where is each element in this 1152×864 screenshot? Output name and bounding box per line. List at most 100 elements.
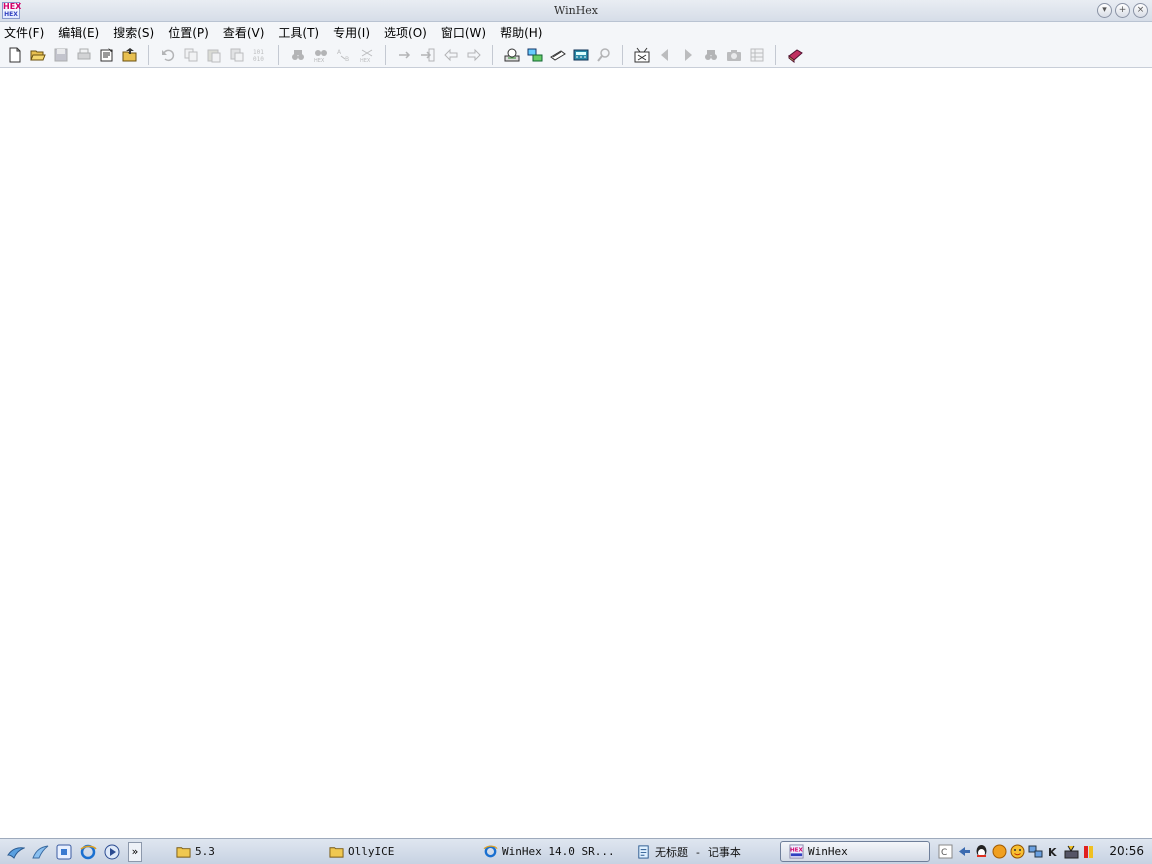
winhex-app-icon[interactable]: HEX HEX <box>2 2 22 19</box>
window-title: WinHex <box>553 4 599 17</box>
window-controls: ▾ + × <box>1097 3 1148 18</box>
save-icon[interactable] <box>49 44 72 66</box>
find-text-icon[interactable] <box>286 44 309 66</box>
calculator-icon[interactable] <box>569 44 592 66</box>
folder-icon <box>176 847 191 858</box>
close-icon[interactable]: × <box>1133 3 1148 18</box>
ime-icon[interactable]: C <box>937 843 954 860</box>
find-hex-icon[interactable]: HEX <box>309 44 332 66</box>
task-ie-winhex[interactable]: WinHex 14.0 SR... <box>483 841 633 862</box>
task-folder-5-3[interactable]: 5.3 <box>176 841 326 862</box>
svg-text:101: 101 <box>253 49 264 56</box>
toolbar-separator <box>148 44 149 65</box>
task-label: WinHex 14.0 SR... <box>502 845 615 858</box>
k-icon[interactable]: K <box>1045 843 1062 860</box>
fill-block-icon[interactable]: 101 010 <box>248 44 271 66</box>
camera-icon[interactable] <box>722 44 745 66</box>
toolbar: 101 010 HEX AB HEX <box>0 42 1152 68</box>
open-ram-icon[interactable] <box>523 44 546 66</box>
svg-text:HEX: HEX <box>314 58 325 63</box>
quick-launch-more[interactable]: » <box>128 841 142 862</box>
menu-window[interactable]: 窗口(W) <box>441 24 486 41</box>
help-book-icon[interactable] <box>783 44 806 66</box>
app-icon-text: HEX <box>3 2 22 11</box>
desktop-icon[interactable] <box>52 841 76 863</box>
toolbar-separator <box>278 44 279 65</box>
svg-text:HEX: HEX <box>360 58 371 63</box>
minimize-icon[interactable]: ▾ <box>1097 3 1112 18</box>
next-icon[interactable] <box>676 44 699 66</box>
winhex-icon: HEX <box>789 844 804 859</box>
menu-help[interactable]: 帮助(H) <box>500 24 542 41</box>
replace-hex-icon[interactable]: HEX <box>355 44 378 66</box>
maximize-icon[interactable]: + <box>1115 3 1130 18</box>
open-disk-icon[interactable] <box>118 44 141 66</box>
quick-launch: » <box>0 839 142 864</box>
undo-icon[interactable] <box>156 44 179 66</box>
menu-file[interactable]: 文件(F) <box>4 24 44 41</box>
menu-view[interactable]: 查看(V) <box>223 24 265 41</box>
search-all-icon[interactable] <box>699 44 722 66</box>
prev-icon[interactable] <box>653 44 676 66</box>
print-icon[interactable] <box>72 44 95 66</box>
menu-bar: 文件(F) 编辑(E) 搜索(S) 位置(P) 查看(V) 工具(T) 专用(I… <box>0 22 1152 42</box>
task-label: 5.3 <box>195 845 215 858</box>
toolbar-separator <box>492 44 493 65</box>
menu-tools[interactable]: 工具(T) <box>278 24 319 41</box>
ie-icon <box>483 845 498 858</box>
toolbar-separator <box>775 44 776 65</box>
svg-text:C: C <box>941 848 947 858</box>
app-icon-subtext: HEX <box>4 11 18 18</box>
menu-specialist[interactable]: 专用(I) <box>333 24 370 41</box>
table-icon[interactable] <box>745 44 768 66</box>
media-player-icon[interactable] <box>100 841 124 863</box>
edit-disk-icon[interactable] <box>500 44 523 66</box>
task-winhex-active[interactable]: HEX WinHex <box>780 841 930 862</box>
properties-icon[interactable] <box>95 44 118 66</box>
forward-icon[interactable] <box>462 44 485 66</box>
goto-sector-icon[interactable] <box>416 44 439 66</box>
task-label: 无标题 - 记事本 <box>655 845 741 859</box>
notepad-icon <box>638 845 649 859</box>
ie-icon[interactable] <box>76 841 100 863</box>
menu-edit[interactable]: 编辑(E) <box>58 24 99 41</box>
open-folder-icon[interactable] <box>26 44 49 66</box>
task-notepad[interactable]: 无标题 - 记事本 <box>636 841 776 862</box>
orange-icon[interactable] <box>991 843 1008 860</box>
folder-icon <box>329 847 344 858</box>
svg-text:A: A <box>337 49 342 56</box>
face-icon[interactable] <box>1009 843 1026 860</box>
svg-text:HEX: HEX <box>790 848 804 854</box>
snapshot-clear-icon[interactable] <box>630 44 653 66</box>
clock: 20:56 <box>1109 844 1144 858</box>
network-icon[interactable] <box>1027 843 1044 860</box>
task-label: WinHex <box>808 845 848 858</box>
back-icon[interactable] <box>439 44 462 66</box>
copy-icon[interactable] <box>179 44 202 66</box>
wing-icon[interactable] <box>4 841 28 863</box>
menu-position[interactable]: 位置(P) <box>168 24 209 41</box>
task-label: OllyICE <box>348 845 395 858</box>
hash-icon[interactable] <box>592 44 615 66</box>
shield-icon[interactable] <box>1063 843 1080 860</box>
paste-icon[interactable] <box>202 44 225 66</box>
flag-icon[interactable] <box>1081 843 1098 860</box>
svg-text:B: B <box>345 56 349 63</box>
menu-search[interactable]: 搜索(S) <box>113 24 154 41</box>
menu-options[interactable]: 选项(O) <box>384 24 427 41</box>
data-interpreter-icon[interactable] <box>546 44 569 66</box>
svg-text:010: 010 <box>253 56 264 63</box>
new-file-icon[interactable] <box>3 44 26 66</box>
replace-text-icon[interactable]: AB <box>332 44 355 66</box>
workspace-area[interactable] <box>0 68 1152 838</box>
goto-offset-icon[interactable] <box>393 44 416 66</box>
write-icon[interactable] <box>225 44 248 66</box>
task-folder-ollyice[interactable]: OllyICE <box>329 841 479 862</box>
svg-text:K: K <box>1048 846 1057 859</box>
toolbar-separator <box>385 44 386 65</box>
feather-icon[interactable] <box>28 841 52 863</box>
qq-icon[interactable] <box>973 843 990 860</box>
system-tray: C K 20:56 <box>937 841 1152 862</box>
arrow-icon[interactable] <box>955 843 972 860</box>
title-bar: HEX HEX WinHex ▾ + × <box>0 0 1152 22</box>
